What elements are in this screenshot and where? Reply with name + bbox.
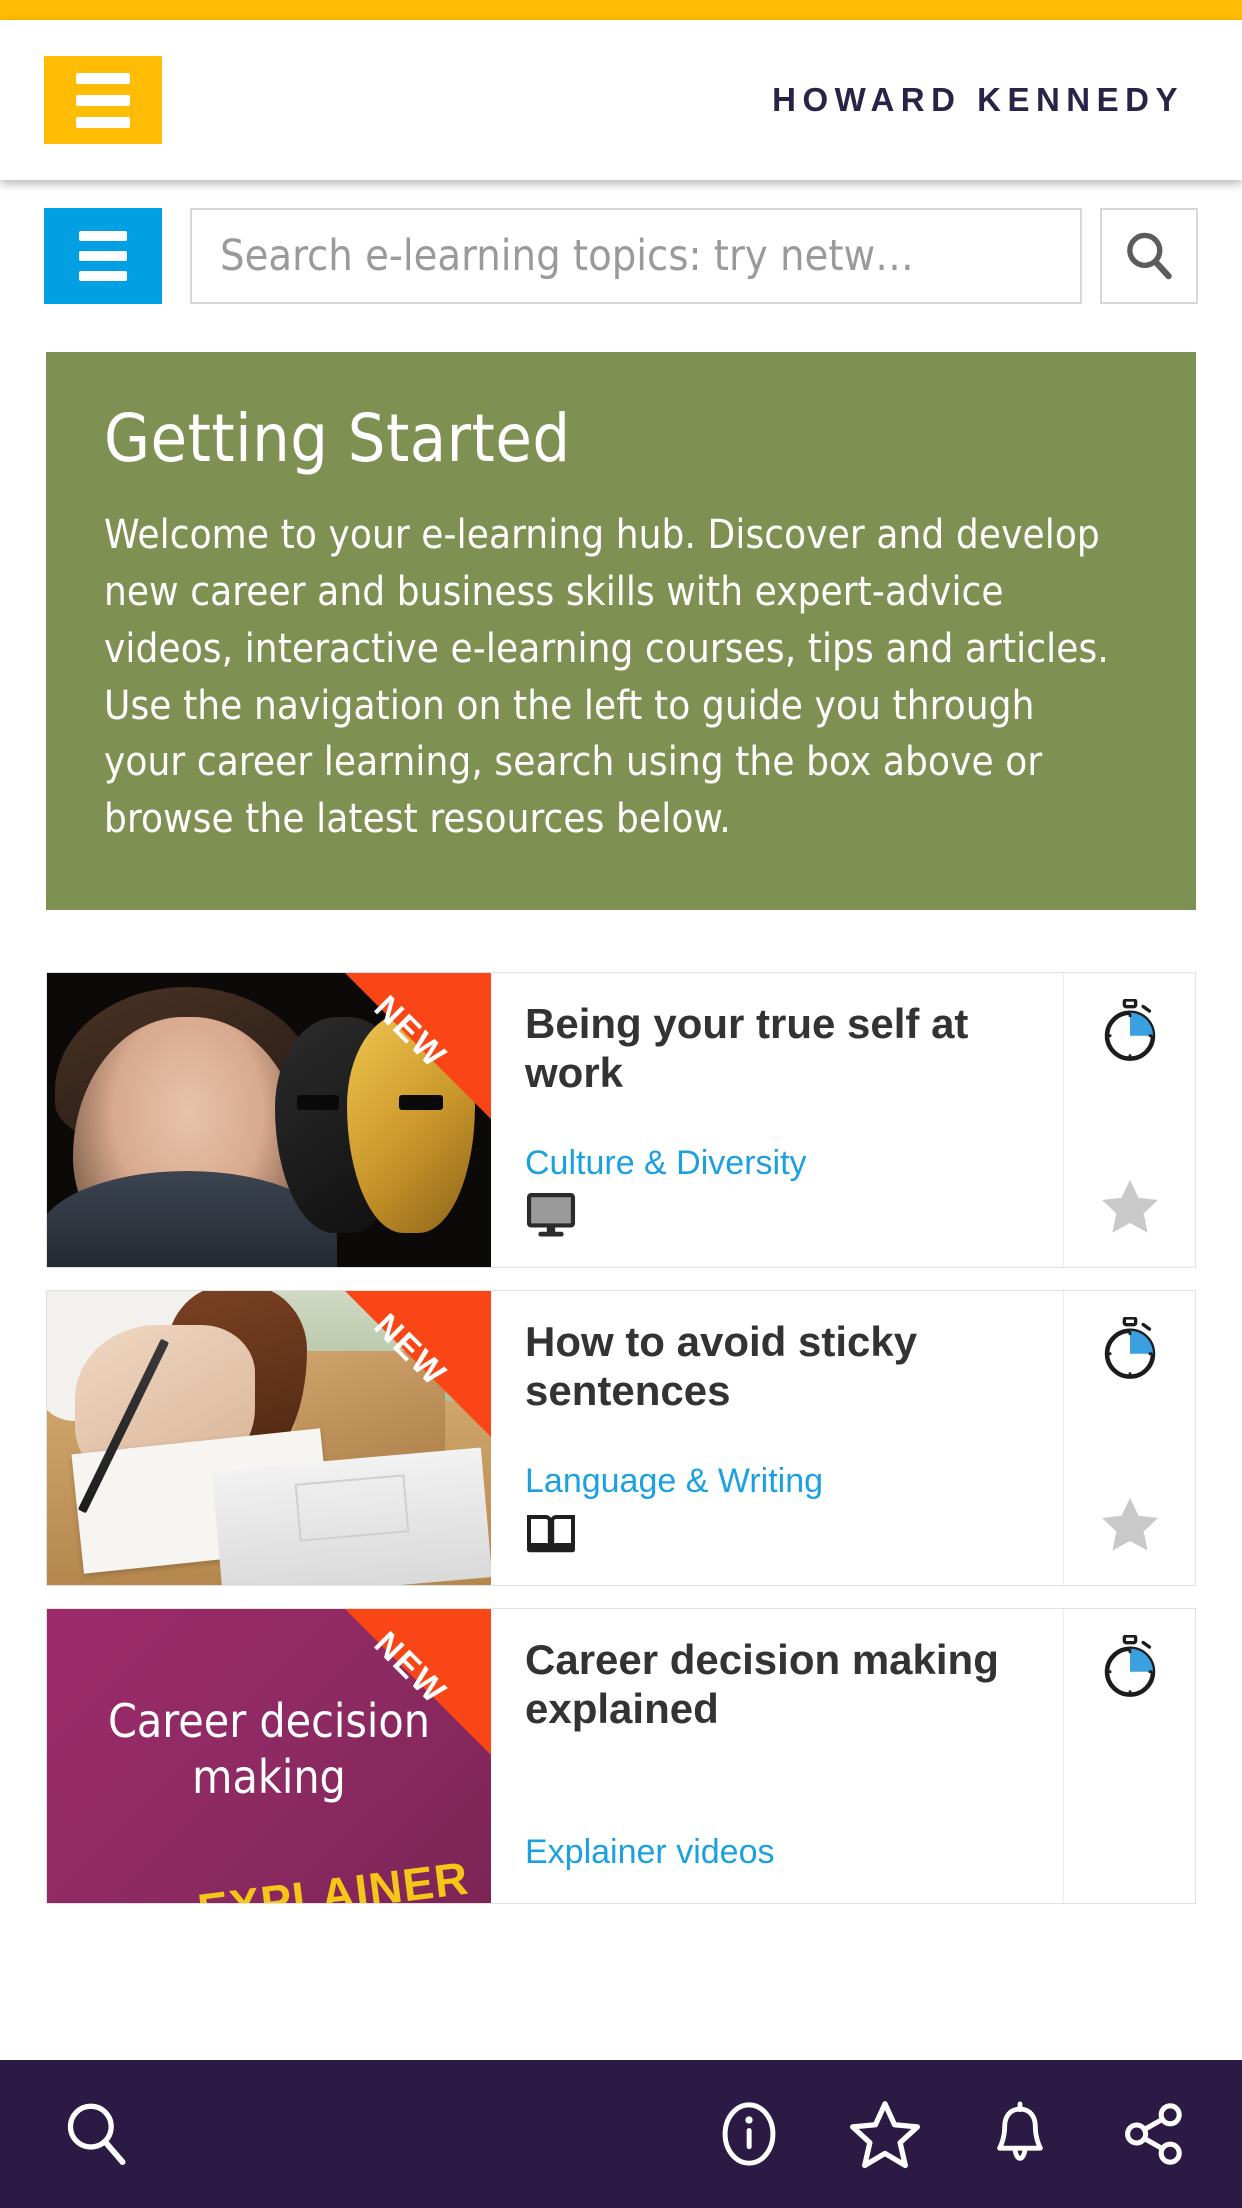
nav-info-button[interactable] xyxy=(714,2099,784,2169)
nav-notifications-button[interactable] xyxy=(986,2098,1054,2170)
star-icon xyxy=(850,2101,920,2169)
card-thumbnail: NEW xyxy=(47,1291,491,1586)
card-meta: Language & Writing xyxy=(525,1462,1063,1563)
book-icon xyxy=(525,1510,1063,1563)
app-root: HOWARD KENNEDY Getting Started Welcome t… xyxy=(0,0,1242,2208)
card-actions xyxy=(1063,973,1195,1268)
main-menu-button[interactable] xyxy=(44,56,162,144)
hamburger-icon-line xyxy=(79,271,127,281)
card-meta: Explainer videos xyxy=(525,1833,1063,1881)
new-badge-ribbon xyxy=(343,973,491,1122)
favourite-star-button[interactable] xyxy=(1099,1176,1161,1241)
hero-description: Welcome to your e-learning hub. Discover… xyxy=(104,512,1109,843)
card-body: Career decision making explained Explain… xyxy=(491,1609,1063,1903)
card-actions xyxy=(1063,1291,1195,1586)
list-item[interactable]: NEW Being your true self at work Culture… xyxy=(46,972,1196,1269)
stopwatch-icon xyxy=(1101,998,1159,1068)
search-input[interactable] xyxy=(220,231,1052,281)
page-title: Getting Started xyxy=(104,400,571,477)
card-thumbnail: Career decision making EXPLAINER NEW xyxy=(47,1609,491,1904)
star-icon xyxy=(1101,1179,1158,1233)
nav-search-button[interactable] xyxy=(60,2097,134,2171)
thumbnail-art xyxy=(294,1474,410,1542)
nav-favourites-button[interactable] xyxy=(848,2097,922,2171)
monitor-icon xyxy=(525,1192,1063,1245)
hamburger-icon-line xyxy=(76,72,130,84)
card-category-link[interactable]: Explainer videos xyxy=(525,1833,774,1871)
search-submit-button[interactable] xyxy=(1100,208,1198,304)
nav-actions xyxy=(714,2097,1190,2171)
bell-icon xyxy=(997,2101,1043,2161)
hamburger-icon-line xyxy=(79,251,127,261)
info-icon xyxy=(722,2102,776,2166)
top-accent-bar xyxy=(0,0,1242,20)
card-title: Career decision making explained xyxy=(525,1636,999,1733)
stopwatch-icon xyxy=(1101,1316,1159,1386)
nav-share-button[interactable] xyxy=(1118,2098,1190,2170)
stopwatch-icon xyxy=(1101,1634,1159,1704)
bottom-navigation xyxy=(0,2060,1242,2208)
search-icon xyxy=(1127,232,1172,280)
thumbnail-art xyxy=(297,1095,339,1111)
list-item[interactable]: NEW How to avoid sticky sentences Langua… xyxy=(46,1290,1196,1587)
card-thumbnail: NEW xyxy=(47,973,491,1268)
card-category-link[interactable]: Language & Writing xyxy=(525,1462,823,1500)
card-body: How to avoid sticky sentences Language &… xyxy=(491,1291,1063,1585)
category-menu-button[interactable] xyxy=(44,208,162,304)
favourite-star-button[interactable] xyxy=(1099,1494,1161,1559)
card-actions xyxy=(1063,1609,1195,1904)
hamburger-icon-line xyxy=(79,231,127,241)
card-category-link[interactable]: Culture & Diversity xyxy=(525,1144,807,1182)
card-title: Being your true self at work xyxy=(525,1000,969,1097)
search-icon xyxy=(67,2103,126,2165)
card-title: How to avoid sticky sentences xyxy=(525,1318,918,1415)
card-meta: Culture & Diversity xyxy=(525,1144,1063,1245)
search-bar xyxy=(0,180,1242,328)
brand-logo: HOWARD KENNEDY xyxy=(772,81,1184,118)
list-item[interactable]: Career decision making EXPLAINER NEW Car… xyxy=(46,1608,1196,1905)
thumbnail-overlay-label: EXPLAINER xyxy=(194,1851,472,1904)
hamburger-icon-line xyxy=(76,94,130,106)
new-badge-ribbon xyxy=(343,1291,491,1440)
resource-list: NEW Being your true self at work Culture… xyxy=(46,972,1196,1905)
hamburger-icon-line xyxy=(76,116,130,128)
brand-header: HOWARD KENNEDY xyxy=(0,20,1242,180)
card-body: Being your true self at work Culture & D… xyxy=(491,973,1063,1267)
star-icon xyxy=(1101,1497,1158,1551)
getting-started-panel: Getting Started Welcome to your e-learni… xyxy=(46,352,1196,911)
search-input-wrapper[interactable] xyxy=(190,208,1082,304)
share-icon xyxy=(1125,2103,1182,2165)
new-badge-ribbon xyxy=(343,1609,491,1758)
